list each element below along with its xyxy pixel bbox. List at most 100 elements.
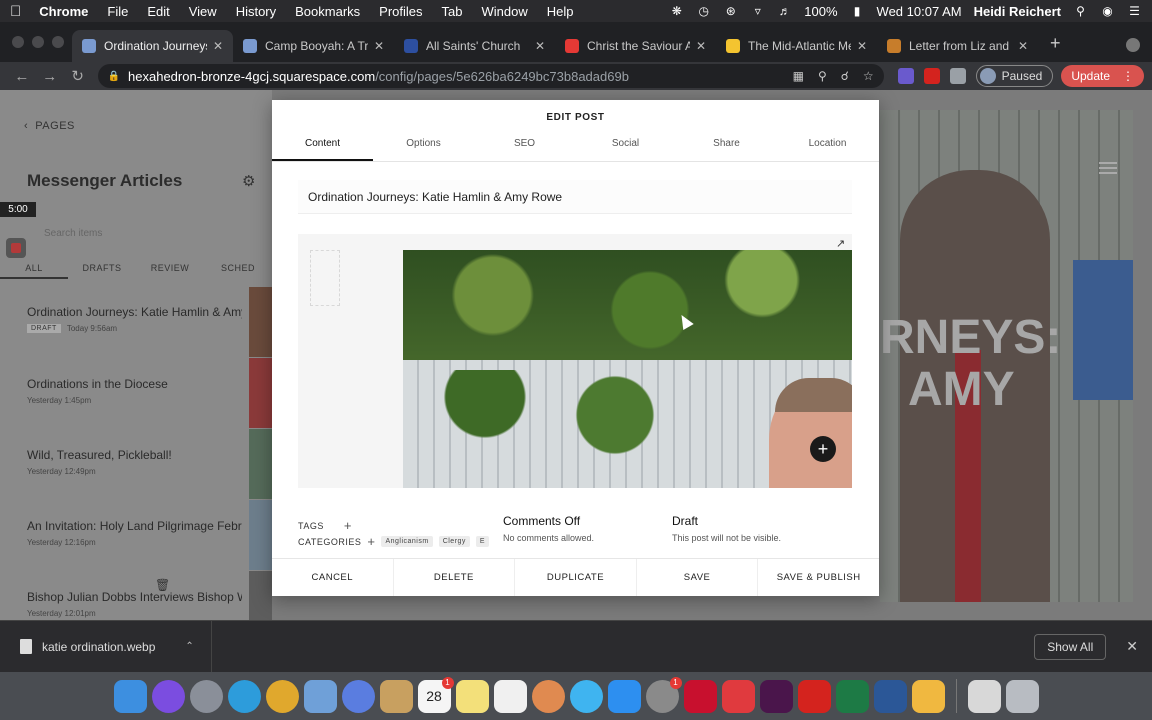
gear-icon[interactable]: ⚙: [242, 172, 255, 190]
menu-view[interactable]: View: [189, 4, 217, 19]
messages-icon[interactable]: [569, 679, 603, 713]
save-and-publish-button[interactable]: SAVE & PUBLISH: [758, 559, 879, 596]
address-bar[interactable]: 🔒 hexahedron-bronze-4gcj.squarespace.com…: [97, 64, 884, 88]
trash-icon[interactable]: 🗑: [155, 578, 170, 592]
minimize-window-button[interactable]: [32, 36, 44, 48]
forward-arrow-icon[interactable]: →: [36, 68, 64, 85]
save-button[interactable]: SAVE: [637, 559, 759, 596]
word-icon[interactable]: [873, 679, 907, 713]
tab-options[interactable]: Options: [373, 122, 474, 161]
close-icon[interactable]: ✕: [213, 39, 223, 53]
cdm-icon[interactable]: [683, 679, 717, 713]
duplicate-button[interactable]: DUPLICATE: [515, 559, 637, 596]
profile-button[interactable]: Paused: [975, 65, 1054, 87]
star-icon[interactable]: ☆: [863, 69, 874, 83]
tab-content[interactable]: Content: [272, 122, 373, 161]
app-store-icon[interactable]: [607, 679, 641, 713]
add-tag-icon[interactable]: +: [344, 518, 352, 533]
tags-field[interactable]: TAGS +: [298, 518, 352, 533]
acrobat-extension-icon[interactable]: [923, 68, 940, 84]
user-name[interactable]: Heidi Reichert: [974, 4, 1061, 19]
menu-tab[interactable]: Tab: [442, 4, 463, 19]
excel-icon[interactable]: [835, 679, 869, 713]
menu-profiles[interactable]: Profiles: [379, 4, 422, 19]
category-chip[interactable]: E: [475, 536, 490, 547]
tab-camp-booyah[interactable]: Camp Booyah: A Tra ✕: [233, 30, 394, 62]
download-item[interactable]: katie ordination.webp ⌃: [0, 620, 212, 673]
category-chip[interactable]: Anglicanism: [381, 536, 433, 547]
comments-setting[interactable]: Comments Off No comments allowed.: [503, 514, 594, 543]
apple-icon[interactable]: : [10, 3, 21, 20]
pencil-icon[interactable]: [911, 679, 945, 713]
siri-icon[interactable]: ◉: [1100, 4, 1115, 18]
list-item[interactable]: Ordinations in the Diocese Yesterday 1:4…: [27, 377, 242, 405]
tab-all[interactable]: ALL: [0, 257, 68, 279]
cancel-button[interactable]: CANCEL: [272, 559, 394, 596]
menu-help[interactable]: Help: [547, 4, 574, 19]
reminders-icon[interactable]: [493, 679, 527, 713]
settings-app-icon[interactable]: [341, 679, 375, 713]
close-icon[interactable]: ✕: [374, 39, 384, 53]
tab-drafts[interactable]: DRAFTS: [68, 257, 136, 279]
tab-share[interactable]: Share: [676, 122, 777, 161]
photos-icon[interactable]: [531, 679, 565, 713]
trash-icon[interactable]: [1005, 679, 1039, 713]
notes-icon[interactable]: [455, 679, 489, 713]
tab-seo[interactable]: SEO: [474, 122, 575, 161]
list-item[interactable]: An Invitation: Holy Land Pilgrimage Febr…: [27, 519, 242, 547]
pages-back-link[interactable]: ‹ PAGES: [24, 120, 75, 132]
tab-review[interactable]: REVIEW: [136, 257, 204, 279]
menu-edit[interactable]: Edit: [147, 4, 169, 19]
close-icon[interactable]: ✕: [535, 39, 545, 53]
control-center-icon[interactable]: ☰: [1127, 4, 1142, 18]
bluetooth-icon[interactable]: ⊛: [723, 4, 738, 18]
add-block-button[interactable]: +: [810, 436, 836, 462]
preview-icon[interactable]: [303, 679, 337, 713]
grid-icon[interactable]: ▦: [793, 69, 804, 83]
tab-christ-the-saviour[interactable]: Christ the Saviour A ✕: [555, 30, 716, 62]
tab-letter-from-liz[interactable]: Letter from Liz and ✕: [877, 30, 1038, 62]
add-category-icon[interactable]: +: [367, 534, 375, 549]
tab-mid-atlantic[interactable]: The Mid-Atlantic Me ✕: [716, 30, 877, 62]
clock[interactable]: Wed 10:07 AM: [877, 4, 962, 19]
finder-icon[interactable]: [113, 679, 147, 713]
menu-app-name[interactable]: Chrome: [39, 4, 88, 19]
menu-bookmarks[interactable]: Bookmarks: [295, 4, 360, 19]
calendar-icon[interactable]: 28 1: [417, 676, 454, 713]
list-item[interactable]: Bishop Julian Dobbs Interviews Bishop W.…: [27, 590, 242, 618]
volume-icon[interactable]: ♬: [777, 4, 792, 18]
siri-icon[interactable]: [151, 679, 185, 713]
new-tab-button[interactable]: +: [1038, 33, 1073, 62]
back-arrow-icon[interactable]: ←: [8, 68, 36, 85]
delete-button[interactable]: DELETE: [394, 559, 516, 596]
downloads-stack-icon[interactable]: [967, 679, 1001, 713]
update-button[interactable]: Update ⋮: [1061, 65, 1145, 87]
close-window-button[interactable]: [12, 36, 24, 48]
zoom-icon[interactable]: ☌: [841, 69, 849, 83]
folder-icon[interactable]: [379, 679, 413, 713]
post-title-input[interactable]: Ordination Journeys: Katie Hamlin & Amy …: [298, 180, 852, 214]
tab-ordination-journeys[interactable]: Ordination Journeys ✕: [72, 30, 233, 62]
slack-icon[interactable]: [759, 679, 793, 713]
time-machine-icon[interactable]: ◷: [696, 4, 711, 18]
system-preferences-icon[interactable]: 1: [645, 676, 682, 713]
status-setting[interactable]: Draft This post will not be visible.: [672, 514, 781, 543]
menu-history[interactable]: History: [236, 4, 276, 19]
expand-icon[interactable]: ↗: [836, 237, 845, 250]
search-input[interactable]: Search items: [44, 228, 102, 239]
content-editor[interactable]: ↗ +: [298, 234, 852, 488]
acrobat-icon[interactable]: [797, 679, 831, 713]
tab-social[interactable]: Social: [575, 122, 676, 161]
spotlight-icon[interactable]: ⚲: [1073, 4, 1088, 18]
category-chip[interactable]: Clergy: [438, 536, 470, 547]
tab-search-icon[interactable]: [1126, 38, 1140, 52]
menu-file[interactable]: File: [107, 4, 128, 19]
close-icon[interactable]: ✕: [1018, 39, 1028, 53]
gear-icon[interactable]: ❋: [669, 4, 684, 18]
block-placeholder[interactable]: [310, 250, 340, 306]
stop-recording-icon[interactable]: [6, 238, 26, 258]
creative-cloud-icon[interactable]: [721, 679, 755, 713]
show-all-button[interactable]: Show All: [1034, 633, 1107, 660]
close-icon[interactable]: ✕: [1126, 638, 1138, 655]
puzzle-icon[interactable]: [949, 68, 966, 84]
